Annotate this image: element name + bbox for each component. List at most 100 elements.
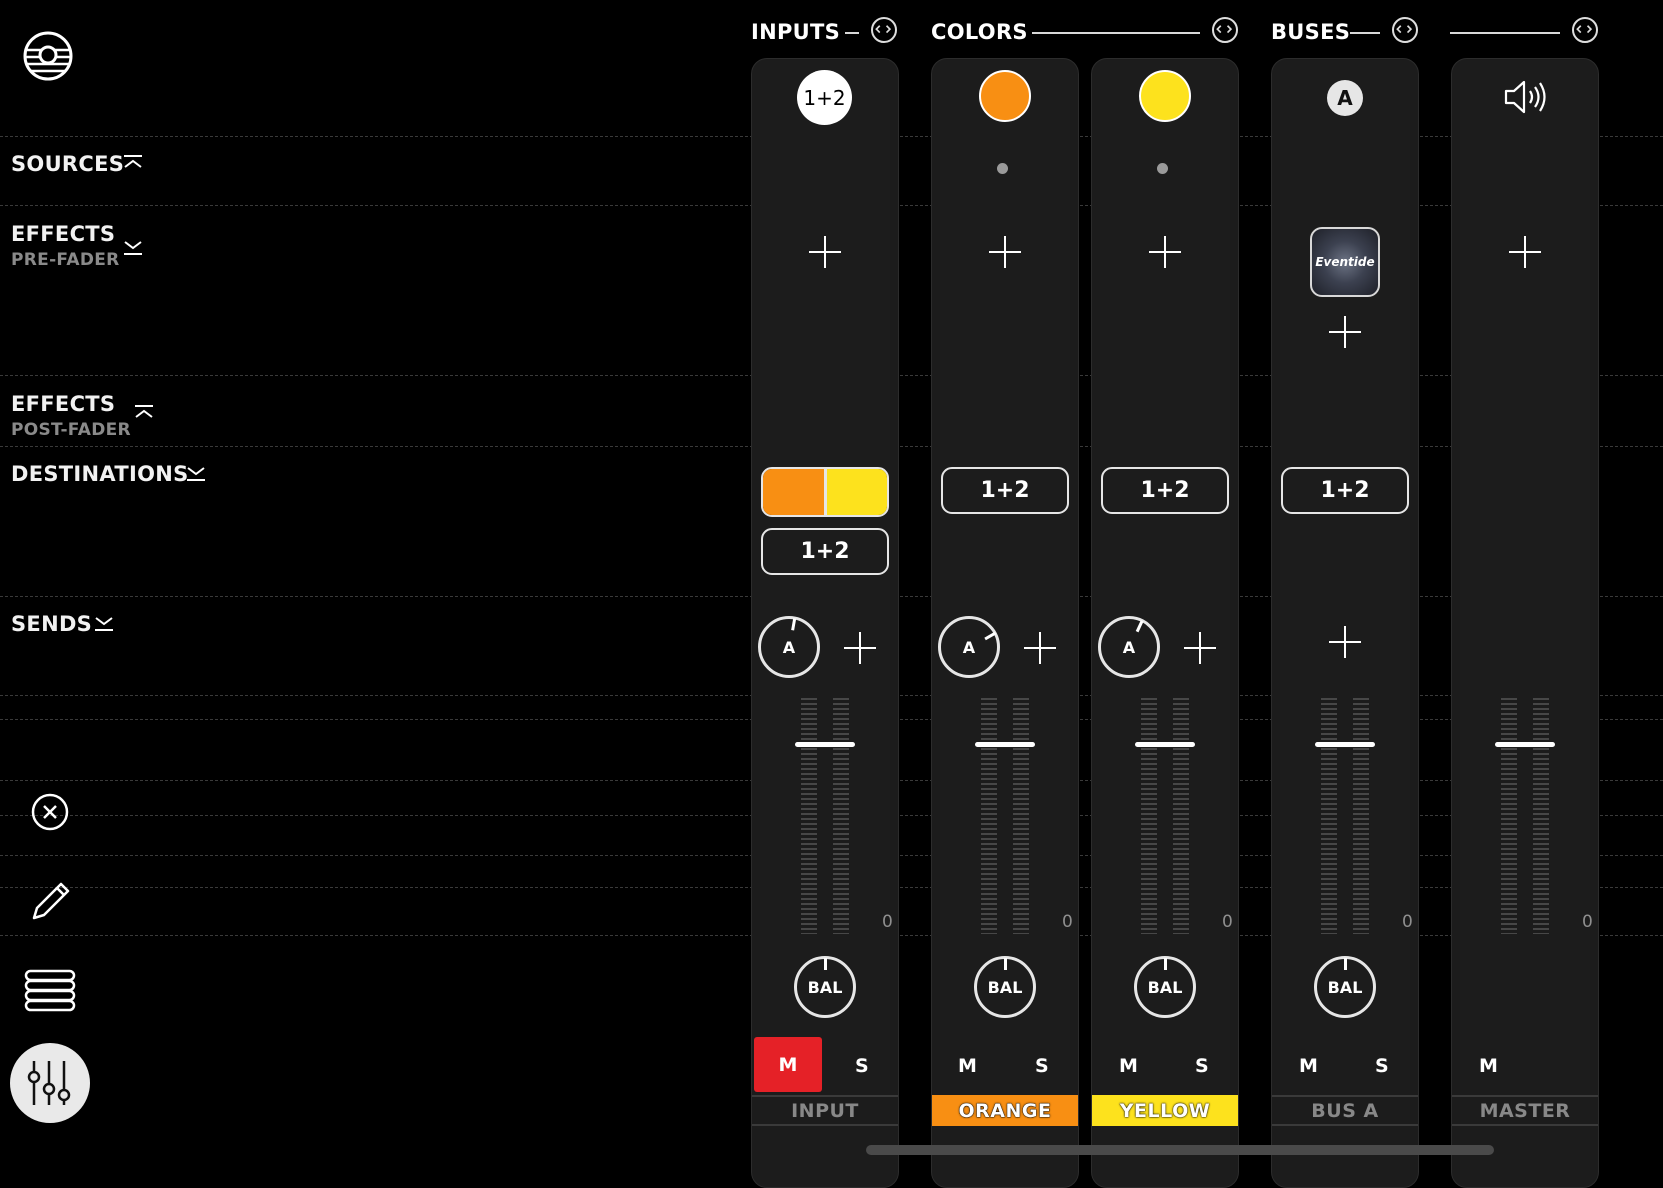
solo-button[interactable]: S (1195, 1055, 1209, 1077)
fader-zero-label: 0 (1402, 912, 1413, 932)
send-knob-a[interactable]: A (938, 616, 1000, 678)
mute-button[interactable]: M (1479, 1055, 1498, 1077)
close-icon[interactable] (30, 792, 70, 832)
bus-a-badge[interactable]: A (1327, 80, 1363, 116)
header-rule (1450, 32, 1560, 34)
header-rule (845, 32, 859, 34)
knob-indicator (1135, 620, 1144, 633)
channel-name[interactable]: MASTER (1452, 1095, 1598, 1126)
section-label: EFFECTS (11, 222, 116, 246)
send-knob-a[interactable]: A (758, 616, 820, 678)
volume-fader-handle[interactable] (795, 742, 855, 747)
destination-pill[interactable]: 1+2 (941, 467, 1069, 514)
expand-icon[interactable] (122, 238, 144, 256)
mixer-view-button[interactable] (10, 1043, 90, 1123)
level-meter-left (1321, 698, 1337, 934)
collapse-icon[interactable] (133, 404, 155, 422)
header-rule (1350, 32, 1380, 34)
send-knob-a[interactable]: A (1098, 616, 1160, 678)
destination-pill[interactable]: 1+2 (761, 528, 889, 575)
knob-indicator (1003, 958, 1007, 970)
source-indicator-dot (997, 163, 1008, 174)
level-meter-right (1173, 698, 1189, 934)
yellow-color-badge[interactable] (1139, 70, 1191, 122)
balance-knob[interactable]: BAL (794, 956, 856, 1018)
channel-name[interactable]: ORANGE (932, 1095, 1078, 1126)
section-sublabel: PRE-FADER (11, 250, 120, 270)
header-buses: BUSES (1271, 20, 1351, 44)
add-send-button[interactable] (844, 632, 876, 664)
stack-icon[interactable] (24, 969, 76, 1013)
add-send-button[interactable] (1329, 626, 1361, 658)
source-indicator-dot (1157, 163, 1168, 174)
collapse-icon[interactable] (122, 154, 144, 172)
channel-strip-master (1451, 58, 1599, 1188)
volume-fader-handle[interactable] (1495, 742, 1555, 747)
section-label: SENDS (11, 612, 93, 636)
orange-color-badge[interactable] (979, 70, 1031, 122)
solo-button[interactable]: S (855, 1055, 869, 1077)
balance-knob[interactable]: BAL (1134, 956, 1196, 1018)
knob-indicator (1343, 958, 1347, 970)
level-meter-left (801, 698, 817, 934)
mute-button[interactable]: M (958, 1055, 977, 1077)
section-effects-pre[interactable]: EFFECTS PRE-FADER (11, 222, 120, 270)
fader-zero-label: 0 (1222, 912, 1233, 932)
mute-button[interactable]: M (1299, 1055, 1318, 1077)
expand-collapse-icon[interactable] (1392, 17, 1418, 43)
speaker-icon[interactable] (1503, 78, 1549, 116)
solo-button[interactable]: S (1375, 1055, 1389, 1077)
expand-icon[interactable] (185, 464, 207, 482)
sliders-icon (27, 1061, 71, 1105)
knob-indicator (823, 958, 827, 970)
section-sublabel: POST-FADER (11, 420, 131, 440)
level-meter-right (833, 698, 849, 934)
balance-knob[interactable]: BAL (1314, 956, 1376, 1018)
volume-fader-handle[interactable] (1135, 742, 1195, 747)
balance-knob[interactable]: BAL (974, 956, 1036, 1018)
mute-button[interactable]: M (1119, 1055, 1138, 1077)
solo-button[interactable]: S (1035, 1055, 1049, 1077)
knob-label: A (962, 637, 976, 657)
add-effect-button[interactable] (809, 236, 841, 268)
destination-color-pill[interactable] (761, 467, 889, 517)
volume-fader-handle[interactable] (975, 742, 1035, 747)
app-logo-icon[interactable] (22, 30, 74, 82)
level-meter-left (1141, 698, 1157, 934)
horizontal-scrollbar[interactable] (866, 1145, 1494, 1155)
add-send-button[interactable] (1184, 632, 1216, 664)
add-effect-button[interactable] (1329, 316, 1361, 348)
section-label: SOURCES (11, 152, 125, 176)
section-effects-post[interactable]: EFFECTS POST-FADER (11, 392, 131, 440)
add-send-button[interactable] (1024, 632, 1056, 664)
destination-pill[interactable]: 1+2 (1101, 467, 1229, 514)
level-meter-right (1013, 698, 1029, 934)
mute-button-active[interactable]: M (754, 1037, 822, 1092)
add-effect-button[interactable] (1149, 236, 1181, 268)
eventide-plugin-tile[interactable]: Eventide (1310, 227, 1380, 297)
channel-name[interactable]: BUS A (1272, 1095, 1418, 1126)
volume-fader-handle[interactable] (1315, 742, 1375, 747)
destination-pill[interactable]: 1+2 (1281, 467, 1409, 514)
section-label: DESTINATIONS (11, 462, 189, 486)
channel-name[interactable]: INPUT (752, 1095, 898, 1126)
knob-label: BAL (1147, 977, 1183, 997)
knob-indicator (983, 631, 996, 641)
yellow-swatch (826, 469, 887, 515)
header-rule (1032, 32, 1200, 34)
pencil-icon[interactable] (28, 878, 74, 924)
add-effect-button[interactable] (1509, 236, 1541, 268)
section-sends[interactable]: SENDS (11, 612, 92, 636)
section-sources[interactable]: SOURCES (11, 152, 124, 176)
input-badge[interactable]: 1+2 (797, 70, 852, 125)
expand-icon[interactable] (93, 614, 115, 632)
fader-zero-label: 0 (1582, 912, 1593, 932)
expand-collapse-icon[interactable] (871, 17, 897, 43)
section-destinations[interactable]: DESTINATIONS (11, 462, 189, 486)
channel-name[interactable]: YELLOW (1092, 1095, 1238, 1126)
add-effect-button[interactable] (989, 236, 1021, 268)
expand-collapse-icon[interactable] (1212, 17, 1238, 43)
expand-collapse-icon[interactable] (1572, 17, 1598, 43)
level-meter-left (981, 698, 997, 934)
section-label: EFFECTS (11, 392, 116, 416)
